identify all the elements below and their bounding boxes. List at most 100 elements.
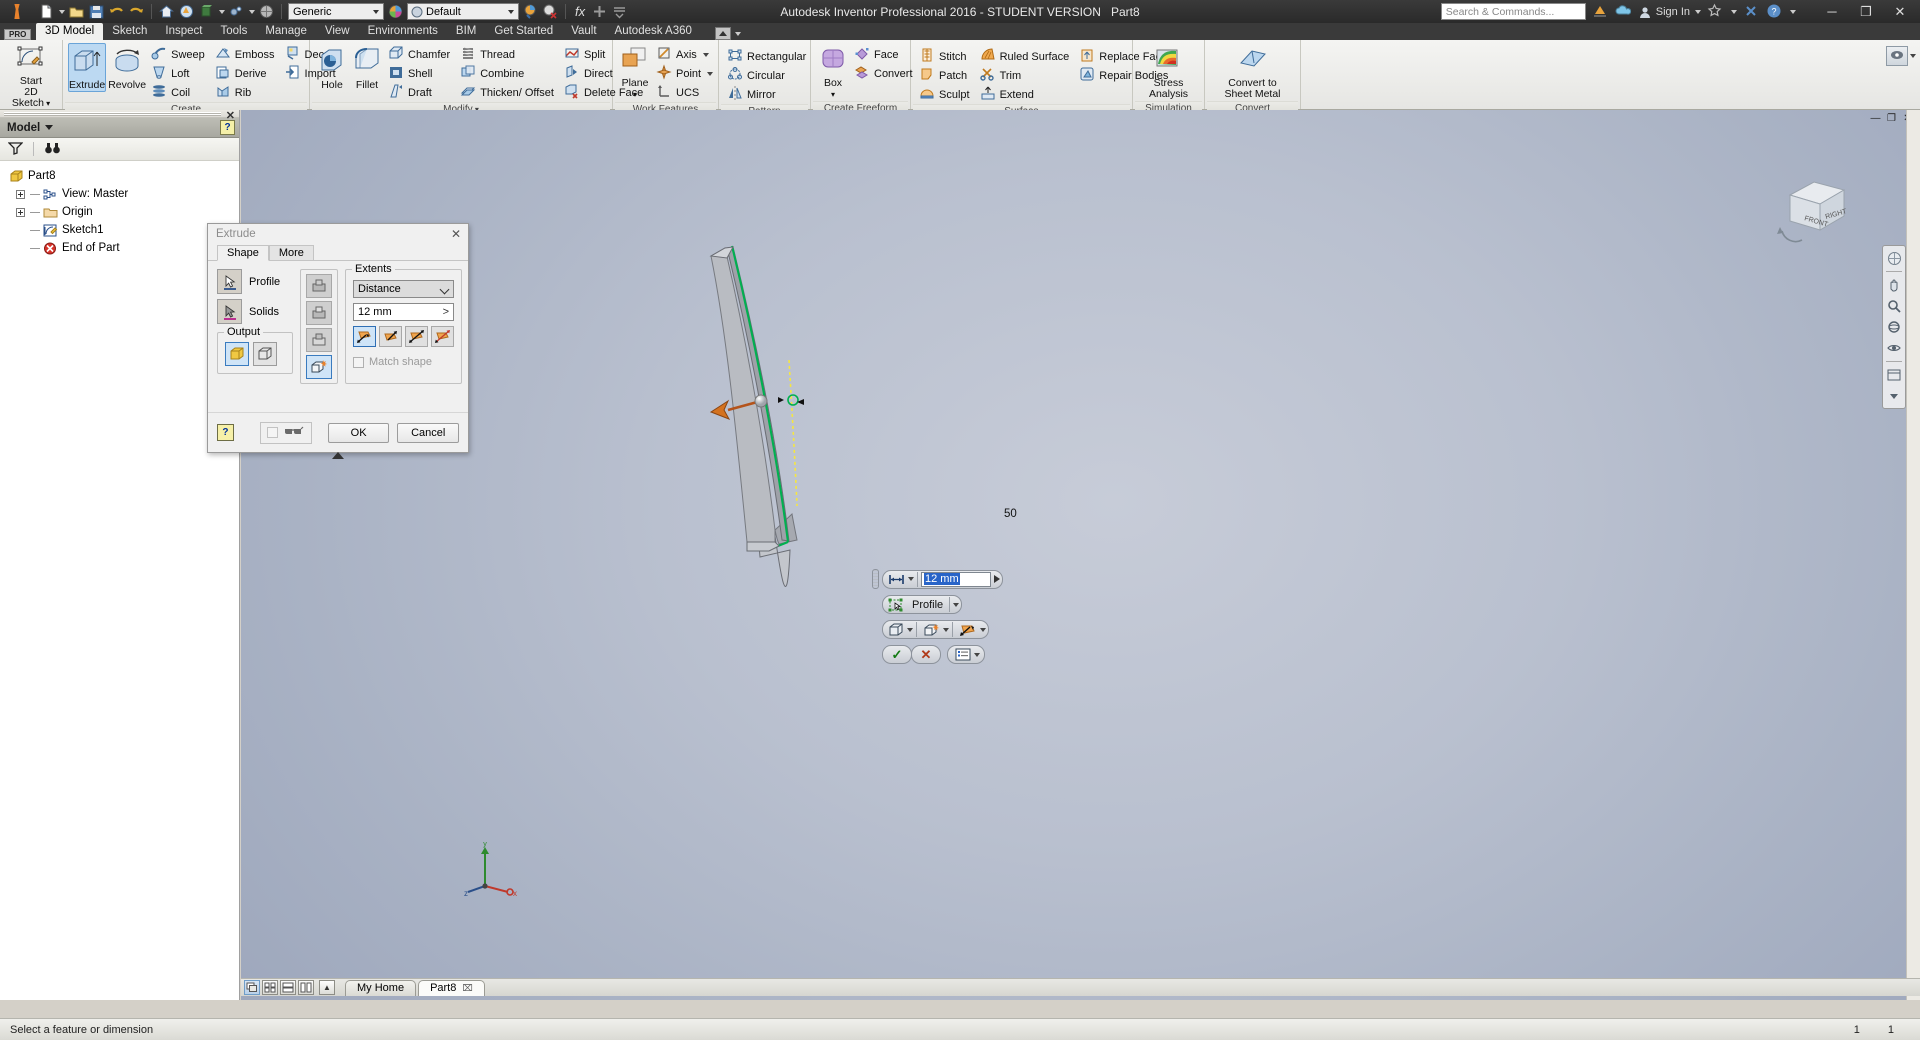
mini-expand-icon[interactable] (994, 575, 1000, 583)
draft-button[interactable]: Draft (385, 83, 456, 102)
axis-button[interactable]: Axis (653, 45, 719, 64)
tab-manage[interactable]: Manage (256, 23, 316, 40)
dimension-label[interactable]: 50 (1004, 508, 1017, 520)
help-icon[interactable]: ? (1766, 3, 1783, 20)
direction-icon[interactable] (956, 621, 980, 638)
join-operation-button[interactable] (306, 274, 332, 298)
direction-asymmetric-button[interactable] (431, 326, 454, 347)
extrude-dialog-titlebar[interactable]: Extrude ✕ (208, 224, 468, 244)
close-button[interactable]: ✕ (1886, 1, 1914, 23)
mini-ok-button[interactable]: ✓ (882, 645, 912, 664)
3d-viewport[interactable]: — ❐ ✕ FRONT RIGHT (241, 110, 1920, 1000)
tab-environments[interactable]: Environments (359, 23, 447, 40)
box-button[interactable]: Box ▾ (816, 43, 850, 101)
mini-toolbar-grip[interactable] (872, 569, 879, 589)
extents-type-select[interactable]: Distance (353, 280, 454, 298)
autodesk-exchange-icon[interactable] (1592, 3, 1609, 20)
mini-cancel-button[interactable]: ✕ (911, 645, 941, 664)
new-solid-operation-button[interactable] (306, 355, 332, 379)
undo-icon[interactable] (108, 3, 125, 20)
ruled-surface-button[interactable]: Ruled Surface (977, 47, 1076, 66)
select-dropdown-icon[interactable] (249, 9, 255, 14)
filter-icon[interactable] (7, 141, 24, 158)
tile-horizontal-button[interactable] (280, 980, 296, 995)
mini-distance-control[interactable]: 12 mm (882, 569, 1003, 589)
mini-options-button[interactable] (947, 645, 985, 664)
maximize-button[interactable]: ❐ (1852, 1, 1880, 23)
fx-parameters-icon[interactable]: fx (572, 4, 588, 19)
mini-profile-control[interactable]: Profile (882, 595, 963, 614)
tree-item-part8[interactable]: Part8 (6, 167, 239, 185)
mirror-button[interactable]: Mirror (724, 85, 812, 104)
material-combo[interactable]: Generic (288, 3, 384, 20)
direction-symmetric-button[interactable] (405, 326, 428, 347)
sculpt-button[interactable]: Sculpt (916, 85, 976, 104)
distance-measure-icon[interactable] (885, 571, 908, 588)
preview-checkbox[interactable] (266, 427, 278, 438)
options-dropdown-icon[interactable] (974, 652, 980, 657)
sweep-button[interactable]: Sweep (148, 45, 211, 64)
derive-button[interactable]: Derive (212, 64, 281, 83)
mini-distance-input[interactable]: 12 mm (921, 571, 991, 587)
extend-button[interactable]: Extend (977, 85, 1076, 104)
direction-dropdown-icon[interactable] (980, 627, 986, 632)
direction-1-button[interactable] (353, 326, 376, 347)
browser-close-icon[interactable]: ✕ (226, 109, 235, 122)
convert-freeform-button[interactable]: Convert (851, 64, 919, 83)
point-button[interactable]: Point (653, 64, 719, 83)
tree-item-end-of-part[interactable]: End of Part (6, 239, 239, 257)
revolve-button[interactable]: Revolve (107, 43, 147, 92)
ribbon-display-options-icon[interactable] (734, 31, 741, 36)
open-file-icon[interactable] (68, 3, 85, 20)
tab-autodesk-a360[interactable]: Autodesk A360 (606, 23, 701, 40)
tile-vertical-button[interactable] (298, 980, 314, 995)
expand-tabs-button[interactable]: ▲ (319, 980, 335, 995)
viewport-vertical-scrollbar[interactable] (1906, 110, 1920, 1000)
add-icon[interactable] (591, 3, 608, 20)
tab-inspect[interactable]: Inspect (156, 23, 211, 40)
expand-icon[interactable] (15, 207, 25, 217)
start-2d-sketch-button[interactable]: Start 2D Sketch ▾ (5, 43, 57, 110)
new-solid-operation-icon[interactable] (920, 621, 943, 638)
tree-item-view-master[interactable]: View: Master (6, 185, 239, 203)
convert-sheet-metal-button[interactable]: Convert to Sheet Metal (1210, 43, 1295, 101)
favorites-dropdown-icon[interactable] (1731, 9, 1737, 14)
help-dropdown-icon[interactable] (1790, 9, 1796, 14)
tree-item-sketch1[interactable]: Sketch1 (6, 221, 239, 239)
material-icon[interactable] (198, 3, 215, 20)
appearance-picker-icon[interactable] (522, 3, 539, 20)
save-icon[interactable] (88, 3, 105, 20)
face-button[interactable]: Face (851, 45, 919, 64)
fillet-button[interactable]: Fillet (350, 43, 384, 92)
loft-button[interactable]: Loft (148, 64, 211, 83)
ucs-button[interactable]: UCS (653, 83, 719, 102)
expand-icon[interactable] (15, 189, 25, 199)
extrude-dialog-close-icon[interactable]: ✕ (451, 228, 461, 240)
appearance-overflow-icon[interactable] (1886, 46, 1908, 66)
patch-button[interactable]: Patch (916, 66, 976, 85)
a360-icon[interactable] (1615, 3, 1632, 20)
sign-in-button[interactable]: Sign In (1638, 5, 1701, 19)
tab-get-started[interactable]: Get Started (485, 23, 562, 40)
operation-dropdown-icon[interactable] (943, 627, 949, 632)
intersect-operation-button[interactable] (306, 328, 332, 352)
distance-expand-icon[interactable]: > (443, 306, 449, 318)
material-dropdown-icon[interactable] (219, 9, 225, 14)
tile-grid-button[interactable] (262, 980, 278, 995)
rib-button[interactable]: Rib (212, 83, 281, 102)
distance-dropdown-icon[interactable] (908, 577, 914, 581)
cancel-button[interactable]: Cancel (397, 422, 460, 443)
thread-button[interactable]: Thread (457, 45, 560, 64)
dialog-help-icon[interactable]: ? (217, 424, 234, 441)
tab-vault[interactable]: Vault (562, 23, 605, 40)
emboss-button[interactable]: Emboss (212, 45, 281, 64)
find-binoculars-icon[interactable] (44, 141, 61, 158)
solid-output-button[interactable] (225, 342, 249, 366)
inventor-logo[interactable] (0, 0, 34, 23)
circular-pattern-button[interactable]: Circular (724, 66, 812, 85)
x-app-icon[interactable] (1743, 3, 1760, 20)
rectangular-pattern-button[interactable]: Rectangular (724, 47, 812, 66)
new-file-icon[interactable] (38, 3, 55, 20)
redo-icon[interactable] (128, 3, 145, 20)
mini-output-control[interactable] (882, 620, 989, 639)
